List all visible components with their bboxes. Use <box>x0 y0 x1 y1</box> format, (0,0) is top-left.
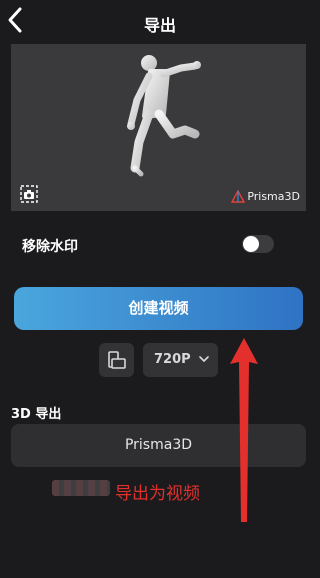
annotation-label: 导出为视频 <box>115 484 200 504</box>
top-bar: 导出 <box>0 0 320 42</box>
export-3d-heading: 3D 导出 <box>11 407 62 422</box>
create-video-button[interactable]: 创建视频 <box>14 287 303 330</box>
remove-watermark-label: 移除水印 <box>22 239 78 255</box>
brand-watermark: Prisma3D <box>231 190 300 203</box>
toggle-knob <box>243 236 259 252</box>
aspect-ratio-button[interactable] <box>99 343 134 377</box>
prisma-logo-icon <box>231 190 246 203</box>
annotation-arrow <box>230 338 258 522</box>
aspect-ratio-icon <box>108 351 126 369</box>
chevron-down-icon <box>199 356 209 362</box>
model-preview: Prisma3D <box>11 44 306 211</box>
page-title: 导出 <box>143 16 176 35</box>
brand-label: Prisma3D <box>247 190 300 203</box>
blurred-text <box>52 480 110 496</box>
snapshot-button[interactable] <box>20 185 38 203</box>
camera-icon <box>20 185 38 203</box>
resolution-value: 720P <box>154 352 191 367</box>
character-model-image <box>127 55 201 177</box>
remove-watermark-toggle[interactable] <box>242 235 274 253</box>
resolution-select[interactable]: 720P <box>143 343 218 377</box>
